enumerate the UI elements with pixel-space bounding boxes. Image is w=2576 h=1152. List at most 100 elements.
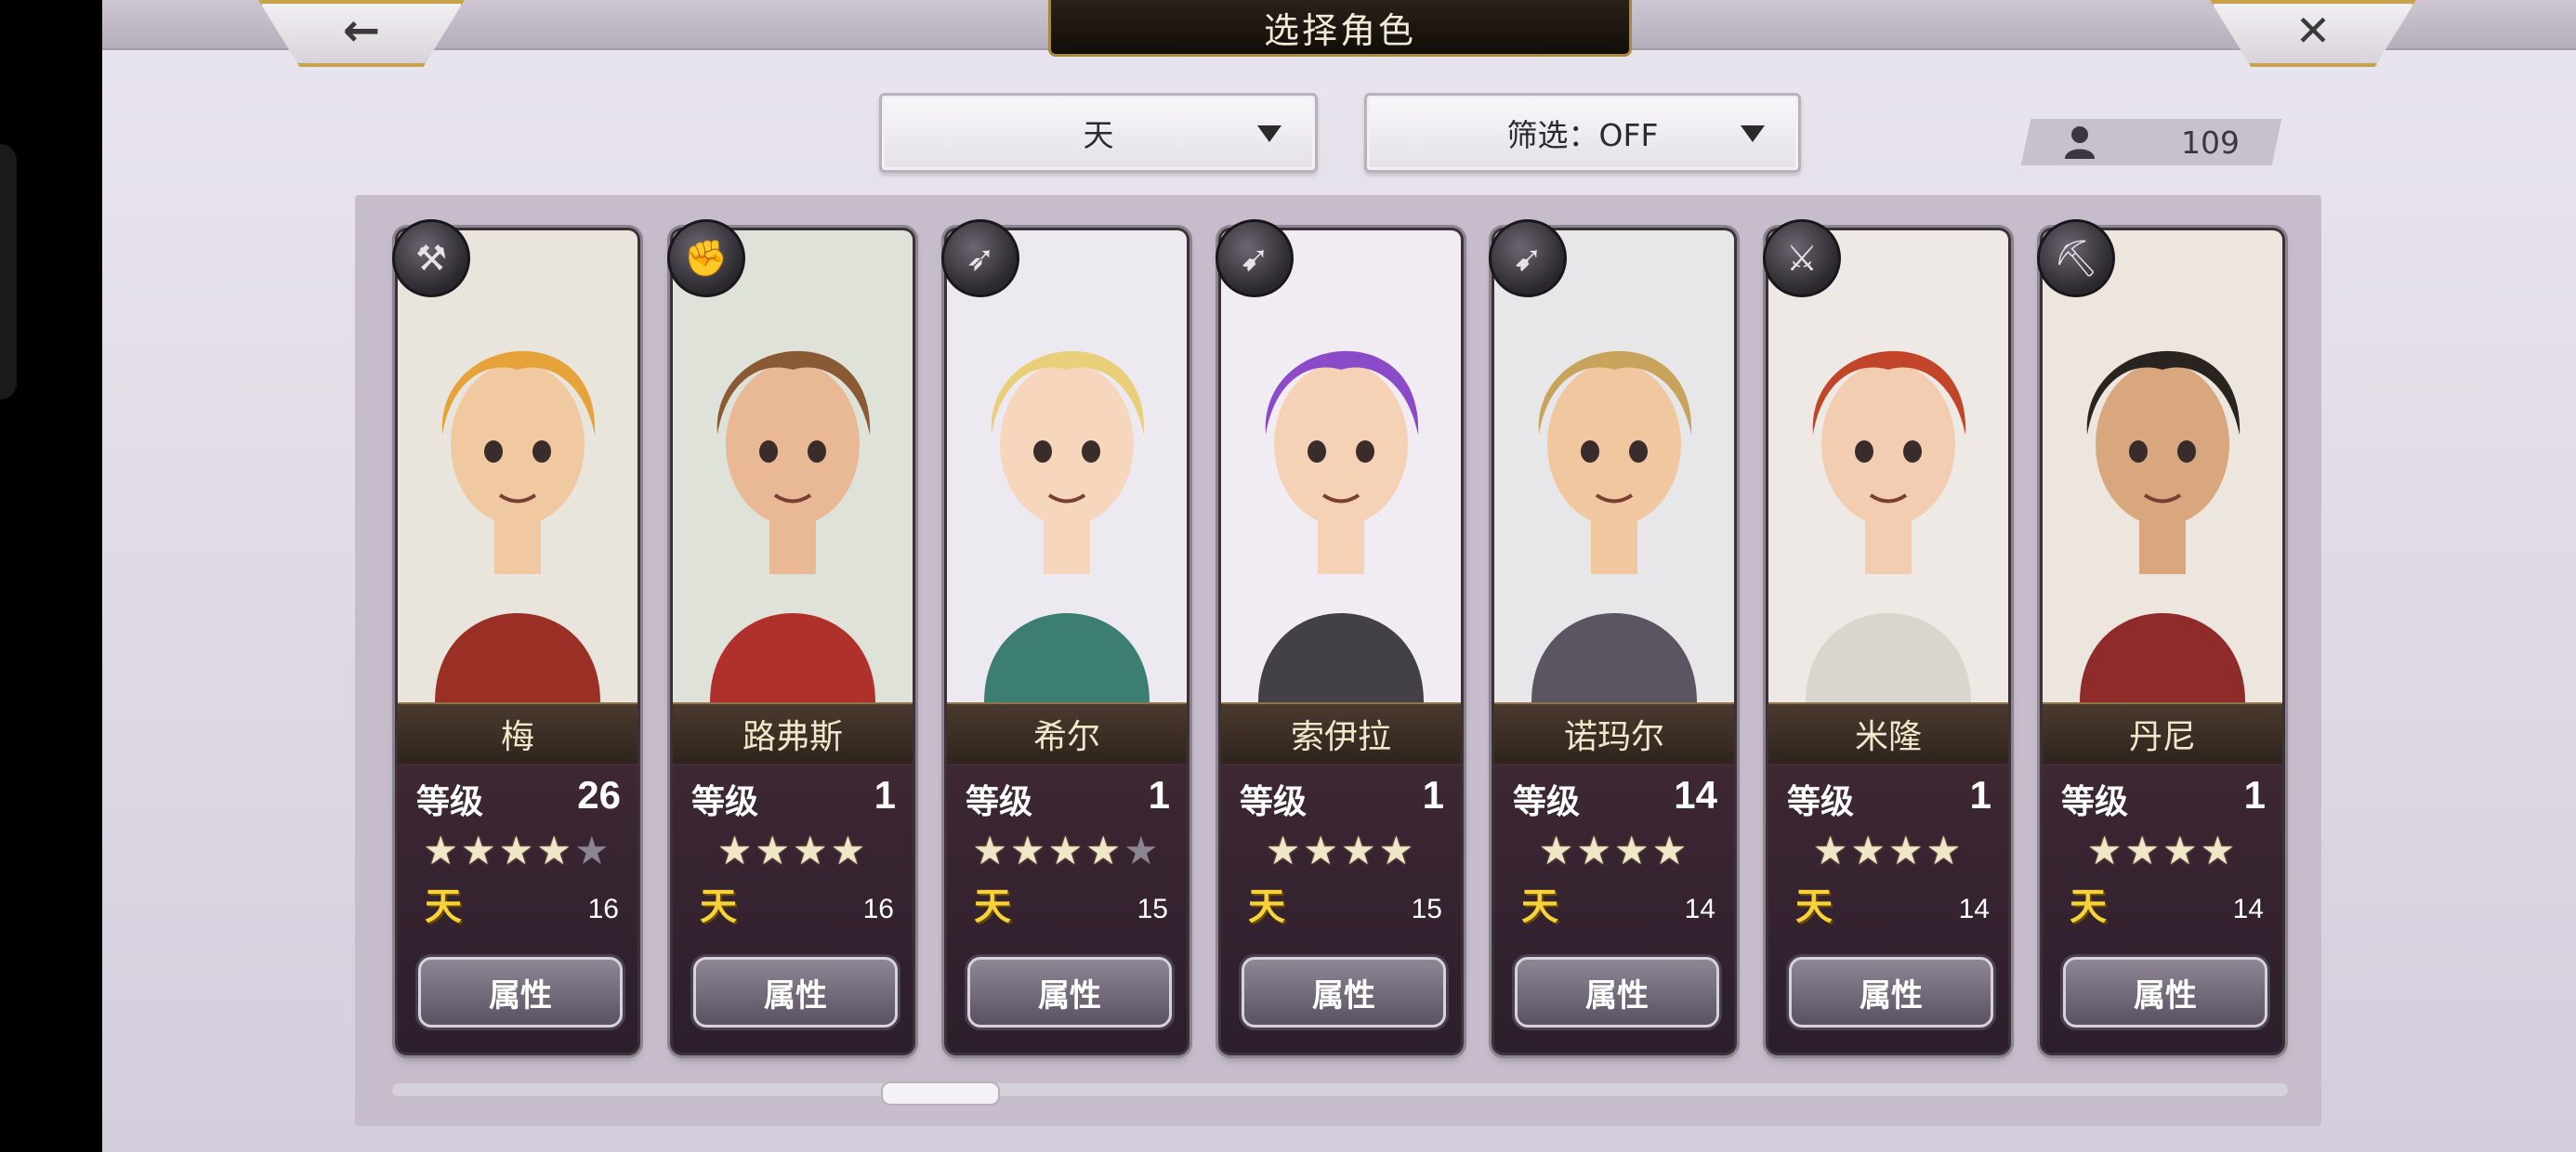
rank-badge: 天 [1248, 885, 1285, 928]
star-filled-icon: ★ [1651, 828, 1690, 873]
cost-value: 14 [2232, 894, 2264, 924]
character-portrait[interactable] [1221, 230, 1461, 702]
back-arrow-icon: ← [342, 5, 381, 57]
level-label: 等级 [691, 782, 759, 820]
star-filled-icon: ★ [1888, 828, 1926, 873]
filter-dropdown-value: 筛选：OFF [1506, 117, 1659, 153]
level-label: 等级 [2061, 782, 2129, 820]
star-filled-icon: ★ [830, 828, 869, 873]
star-filled-icon: ★ [1378, 828, 1417, 873]
cost-value: 16 [587, 894, 619, 924]
character-stats: 等级 14 ★★★★ 天 14 属性 [1494, 764, 1734, 1053]
character-portrait[interactable] [1768, 230, 2008, 702]
character-card[interactable]: 索伊拉 等级 1 ★★★★ 天 15 属性 [1221, 230, 1461, 1053]
character-portrait[interactable] [1494, 230, 1734, 702]
spear-icon: ➹ [1216, 219, 1294, 297]
rank-badge: 天 [1521, 885, 1558, 928]
level-value: 1 [1148, 773, 1170, 817]
attributes-button[interactable]: 属性 [418, 957, 623, 1028]
character-name: 路弗斯 [673, 702, 913, 766]
attributes-button[interactable]: 属性 [693, 957, 898, 1028]
rank-badge: 天 [425, 885, 462, 928]
level-value: 1 [2243, 773, 2266, 817]
star-filled-icon: ★ [1085, 828, 1124, 873]
attributes-button[interactable]: 属性 [2063, 957, 2267, 1028]
unit-count-value: 109 [2181, 124, 2240, 161]
fist-icon: ✊ [667, 219, 745, 297]
star-filled-icon: ★ [423, 828, 462, 873]
level-label: 等级 [416, 782, 484, 820]
character-portrait[interactable] [398, 230, 637, 702]
star-filled-icon: ★ [2124, 828, 2162, 873]
level-value: 1 [1422, 773, 1444, 817]
star-rating: ★★★★ [1221, 831, 1461, 871]
star-filled-icon: ★ [1850, 828, 1888, 873]
star-rating: ★★★★★ [398, 831, 637, 871]
attributes-button[interactable]: 属性 [1242, 957, 1446, 1028]
category-dropdown-value: 天 [1083, 117, 1114, 153]
star-filled-icon: ★ [498, 828, 537, 873]
star-filled-icon: ★ [2162, 828, 2201, 873]
level-value: 14 [1674, 773, 1717, 817]
character-portrait[interactable] [947, 230, 1187, 702]
camera-notch [0, 144, 17, 399]
star-filled-icon: ★ [1265, 828, 1304, 873]
star-filled-icon: ★ [2086, 828, 2125, 873]
attributes-button[interactable]: 属性 [1515, 957, 1719, 1028]
character-stats: 等级 1 ★★★★ 天 15 属性 [1221, 764, 1461, 1053]
star-filled-icon: ★ [1614, 828, 1652, 873]
character-stats: 等级 1 ★★★★ 天 14 属性 [1768, 764, 2008, 1053]
page-title: 选择角色 [1048, 0, 1632, 57]
character-card[interactable]: 丹尼 等级 1 ★★★★ 天 14 属性 [2043, 230, 2282, 1053]
star-filled-icon: ★ [1047, 828, 1086, 873]
spear-icon: ➹ [1489, 219, 1567, 297]
character-card[interactable]: 诺玛尔 等级 14 ★★★★ 天 14 属性 [1494, 230, 1734, 1053]
star-filled-icon: ★ [793, 828, 831, 873]
cost-value: 15 [1411, 894, 1442, 924]
filter-dropdown[interactable]: 筛选：OFF [1364, 93, 1801, 173]
level-value: 26 [577, 773, 621, 817]
star-filled-icon: ★ [972, 828, 1011, 873]
star-filled-icon: ★ [2200, 828, 2239, 873]
star-filled-icon: ★ [1576, 828, 1614, 873]
star-filled-icon: ★ [755, 828, 793, 873]
attributes-button[interactable]: 属性 [1789, 957, 1993, 1028]
star-rating: ★★★★★ [947, 831, 1187, 871]
character-name: 梅 [398, 702, 637, 766]
character-card[interactable]: 希尔 等级 1 ★★★★★ 天 15 属性 [947, 230, 1187, 1053]
star-rating: ★★★★ [1494, 831, 1734, 871]
star-filled-icon: ★ [716, 828, 756, 873]
character-stats: 等级 1 ★★★★ 天 14 属性 [2043, 764, 2282, 1053]
character-card[interactable]: 路弗斯 等级 1 ★★★★ 天 16 属性 [673, 230, 913, 1053]
character-stats: 等级 1 ★★★★★ 天 15 属性 [947, 764, 1187, 1053]
character-name: 米隆 [1768, 702, 2008, 766]
bow-icon: ➶ [941, 219, 1019, 297]
character-card[interactable]: 梅 等级 26 ★★★★★ 天 16 属性 [398, 230, 637, 1053]
star-filled-icon: ★ [1341, 828, 1379, 873]
sword-icon: ⚔ [1763, 219, 1841, 297]
level-label: 等级 [1240, 782, 1308, 820]
star-filled-icon: ★ [1812, 828, 1851, 873]
star-filled-icon: ★ [1925, 828, 1965, 873]
character-portrait[interactable] [673, 230, 913, 702]
character-card[interactable]: 米隆 等级 1 ★★★★ 天 14 属性 [1768, 230, 2008, 1053]
chevron-down-icon [1257, 125, 1281, 142]
level-label: 等级 [966, 782, 1033, 820]
unit-count: 109 [2026, 119, 2277, 165]
character-portrait[interactable] [2043, 230, 2282, 702]
horizontal-scrollbar[interactable] [392, 1083, 2288, 1096]
star-filled-icon: ★ [461, 828, 499, 873]
close-icon: ✕ [2294, 6, 2332, 56]
star-rating: ★★★★ [1768, 831, 2008, 871]
star-filled-icon: ★ [1303, 828, 1341, 873]
category-dropdown[interactable]: 天 [879, 93, 1318, 173]
star-empty-icon: ★ [1123, 828, 1162, 873]
cost-value: 14 [1684, 894, 1715, 924]
star-filled-icon: ★ [1538, 828, 1577, 873]
character-name: 诺玛尔 [1494, 702, 1734, 766]
axe-icon: ⛏ [2037, 219, 2115, 297]
scrollbar-thumb[interactable] [881, 1081, 1000, 1106]
attributes-button[interactable]: 属性 [967, 957, 1172, 1028]
character-name: 索伊拉 [1221, 702, 1461, 766]
rank-badge: 天 [974, 885, 1011, 928]
